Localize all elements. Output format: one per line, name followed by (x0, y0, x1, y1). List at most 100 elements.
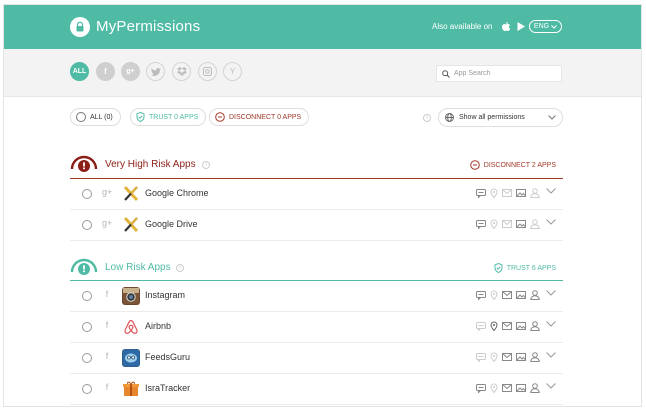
trust-apps-button[interactable]: TRUST 0 APPS (130, 108, 207, 126)
expand-chevron-icon[interactable] (546, 290, 556, 296)
search-input[interactable] (454, 70, 554, 77)
permission-icons (476, 188, 540, 198)
mail-icon (502, 189, 512, 197)
location-icon (490, 352, 498, 362)
info-icon[interactable]: i (176, 264, 184, 272)
app-window: MyPermissions Also available on ENG ALL … (3, 4, 642, 407)
lock-logo-icon[interactable] (70, 17, 90, 37)
low-risk-header: Low Risk Apps i TRUST 6 APPS (70, 256, 563, 280)
row-select-radio[interactable] (82, 322, 92, 332)
google-plus-icon: g+ (102, 218, 113, 228)
filter-all-button[interactable]: ALL (70, 62, 89, 81)
language-label: ENG (533, 23, 550, 30)
permissions-filter-select[interactable]: Show all permissions (438, 108, 563, 127)
trust-section-button[interactable]: TRUST 6 APPS (494, 263, 556, 273)
app-search-box[interactable] (436, 65, 562, 82)
low-risk-gauge-icon (70, 258, 98, 275)
app-name: IsraTracker (145, 383, 191, 393)
top-header: MyPermissions Also available on ENG (4, 5, 641, 49)
app-row-instagram[interactable]: f Instagram (70, 281, 563, 312)
message-icon (476, 290, 486, 300)
expand-chevron-icon[interactable] (546, 219, 556, 225)
row-select-radio[interactable] (82, 220, 92, 230)
user-icon (530, 219, 540, 229)
row-select-radio[interactable] (82, 291, 92, 301)
message-icon (476, 352, 486, 362)
chevron-down-icon (551, 24, 557, 29)
apple-icon[interactable] (500, 20, 512, 32)
google-plus-glyph: g+ (126, 68, 135, 75)
permissions-filter-value: Show all permissions (459, 114, 525, 121)
location-icon (490, 383, 498, 393)
row-select-radio[interactable] (82, 189, 92, 199)
expand-chevron-icon[interactable] (546, 352, 556, 358)
app-row-feedsguru[interactable]: f FeedsGuru (70, 343, 563, 374)
shield-check-icon (136, 112, 145, 122)
minus-circle-icon (215, 112, 225, 122)
instagram-app-icon (122, 287, 140, 305)
row-select-radio[interactable] (82, 384, 92, 394)
filter-yahoo-icon[interactable]: Y (223, 62, 242, 81)
app-row-google-drive[interactable]: g+ Google Drive (70, 210, 563, 241)
app-row-google-chrome[interactable]: g+ Google Chrome (70, 179, 563, 210)
app-name: FeedsGuru (145, 352, 191, 362)
filter-twitter-icon[interactable] (146, 62, 165, 81)
select-all-button[interactable]: ALL (0) (70, 108, 121, 126)
facebook-icon: f (105, 289, 109, 299)
also-available-text: Also available on (432, 22, 493, 31)
filter-all-label: ALL (72, 68, 87, 75)
facebook-icon: f (105, 320, 109, 330)
disconnect-apps-label: DISCONNECT 0 APPS (229, 113, 302, 121)
section-title: Very High Risk Apps (105, 159, 196, 170)
photo-icon (516, 322, 526, 330)
app-name: Google Drive (145, 219, 198, 229)
expand-chevron-icon[interactable] (546, 383, 556, 389)
disconnect-section-button[interactable]: DISCONNECT 2 APPS (469, 160, 556, 170)
app-name: Google Chrome (145, 188, 209, 198)
app-row-airbnb[interactable]: f Airbnb (70, 312, 563, 343)
app-row-isratracker[interactable]: f IsraTracker (70, 374, 563, 405)
section-title: Low Risk Apps (105, 262, 171, 273)
user-icon (530, 321, 540, 331)
search-icon (442, 69, 450, 78)
user-icon (530, 352, 540, 362)
isratracker-app-icon (122, 380, 140, 398)
google-play-icon[interactable] (515, 20, 527, 32)
expand-chevron-icon[interactable] (546, 321, 556, 327)
location-icon (490, 188, 498, 198)
filter-google-plus-icon[interactable]: g+ (121, 62, 140, 81)
facebook-glyph: f (104, 67, 107, 76)
app-name: Airbnb (145, 321, 172, 331)
info-icon[interactable]: i (202, 161, 210, 169)
mail-icon (502, 353, 512, 361)
permission-icons (476, 352, 540, 362)
disconnect-apps-button[interactable]: DISCONNECT 0 APPS (209, 108, 310, 126)
minus-circle-icon (469, 160, 480, 170)
disconnect-section-label: DISCONNECT 2 APPS (483, 161, 556, 169)
info-icon[interactable]: i (423, 114, 431, 122)
permission-icons (476, 383, 540, 393)
google-plus-icon: g+ (102, 187, 113, 197)
very-high-risk-header: Very High Risk Apps i DISCONNECT 2 APPS (70, 153, 563, 177)
airbnb-app-icon (122, 318, 140, 336)
select-all-radio (76, 112, 86, 122)
photo-icon (516, 220, 526, 228)
permission-icons (476, 219, 540, 229)
expand-chevron-icon[interactable] (546, 188, 556, 194)
filter-dropbox-icon[interactable] (172, 62, 191, 81)
message-icon (476, 219, 486, 229)
photo-icon (516, 384, 526, 392)
location-icon (490, 219, 498, 229)
mail-icon (502, 220, 512, 228)
filter-facebook-icon[interactable]: f (96, 62, 115, 81)
select-all-label: ALL (0) (90, 113, 113, 121)
location-icon (490, 290, 498, 300)
facebook-icon: f (105, 382, 109, 392)
app-name: Instagram (145, 290, 186, 300)
user-icon (530, 188, 540, 198)
permission-icons (476, 290, 540, 300)
brand-name[interactable]: MyPermissions (96, 18, 200, 35)
filter-instagram-icon[interactable] (198, 62, 217, 81)
row-select-radio[interactable] (82, 353, 92, 363)
language-select[interactable]: ENG (529, 20, 562, 33)
